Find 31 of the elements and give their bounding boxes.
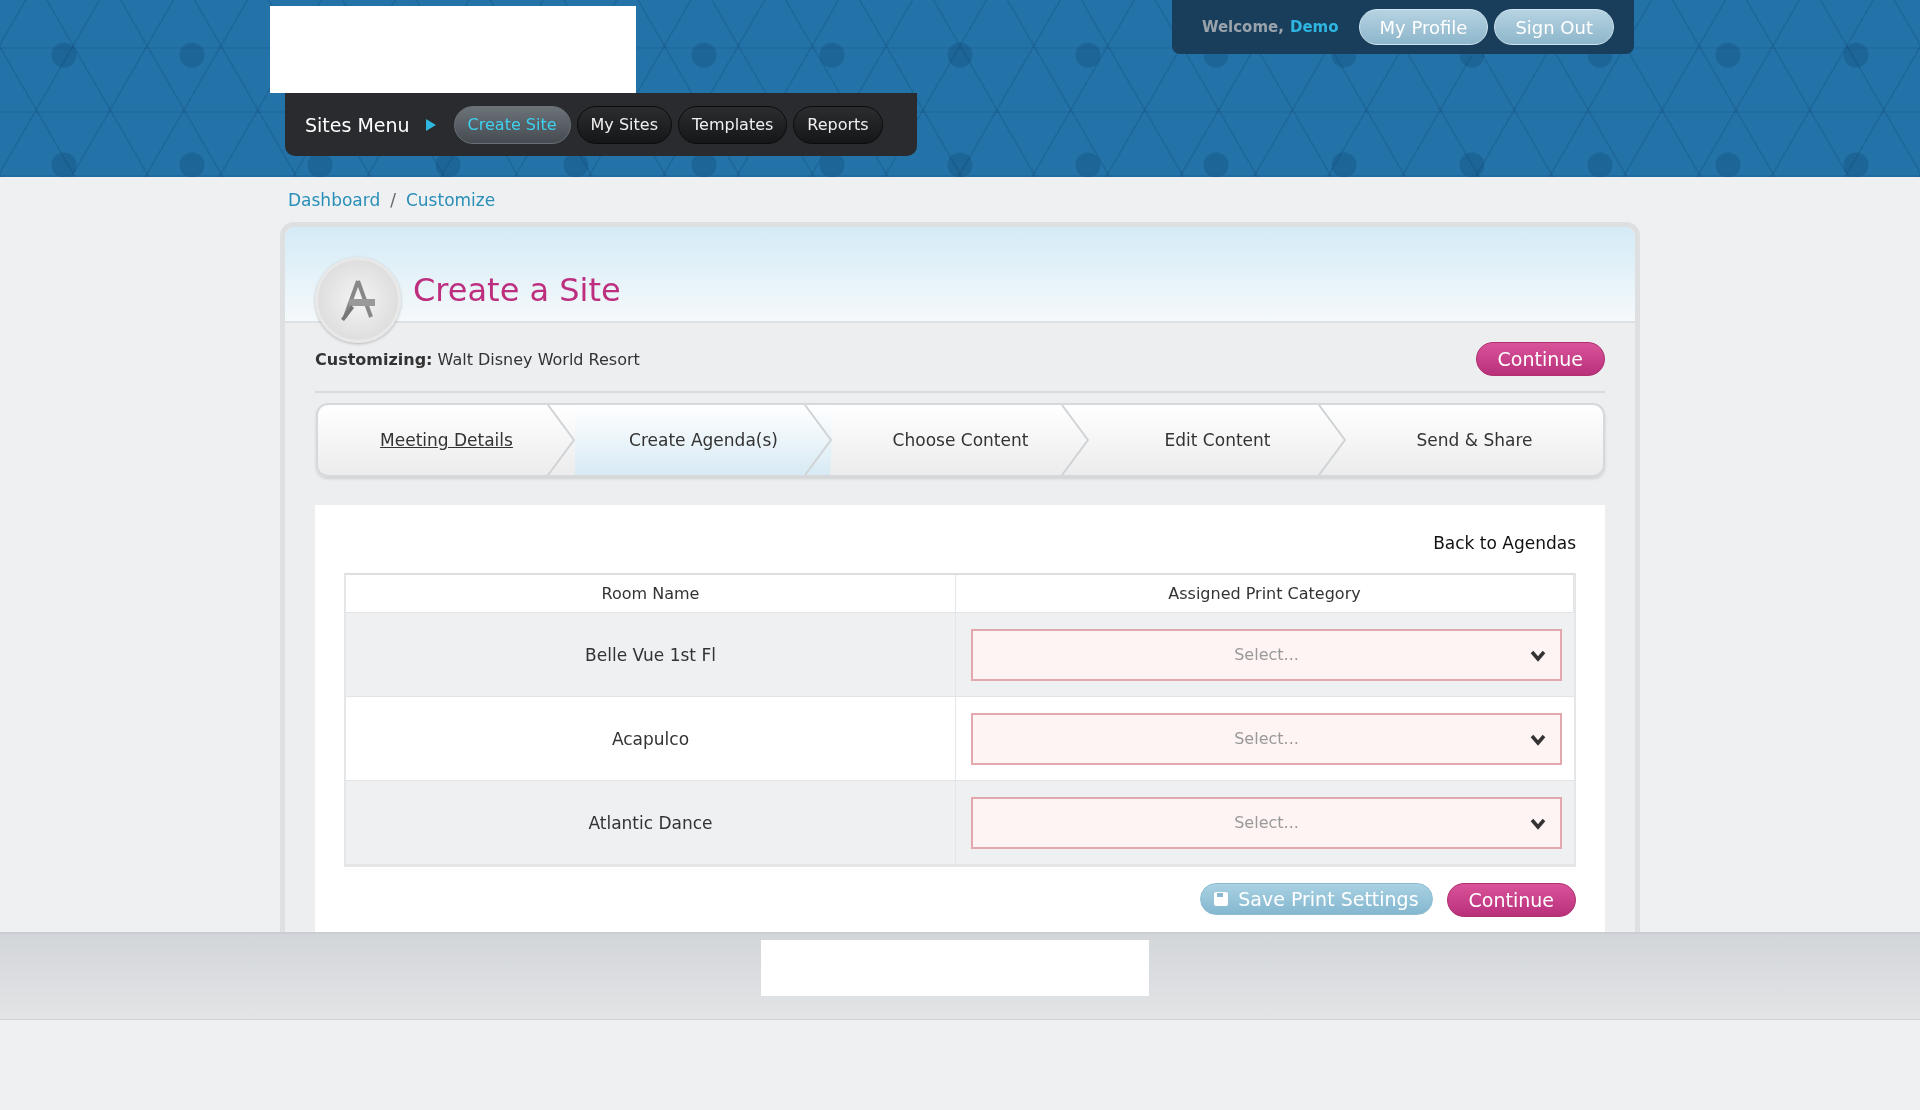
wizard-step[interactable]: Send & Share	[1346, 405, 1603, 475]
category-select[interactable]: Select...	[971, 712, 1562, 765]
continue-button[interactable]: Continue	[1475, 342, 1605, 376]
caret-icon	[425, 118, 436, 131]
category-select[interactable]: Select...	[971, 796, 1562, 849]
table-cell: Belle Vue 1st Fl	[346, 613, 956, 696]
customizing-text: Customizing: Walt Disney World Resort	[315, 349, 640, 369]
continue-button[interactable]: Continue	[1446, 883, 1576, 917]
wizard-step[interactable]: Edit Content	[1089, 405, 1346, 475]
nav-tab[interactable]: Templates	[678, 105, 788, 144]
breadcrumb-link[interactable]: Customize	[405, 190, 496, 210]
table-cell: Acapulco	[346, 697, 956, 780]
breadcrumb-separator: /	[390, 190, 396, 210]
wizard-step[interactable]: Choose Content	[832, 405, 1089, 475]
category-select[interactable]: Select...	[971, 628, 1562, 681]
nav-tab[interactable]: Reports	[793, 105, 883, 144]
sites-menu-title: Sites Menu	[305, 113, 410, 136]
chevron-down-icon	[1530, 733, 1546, 746]
table-cell: Atlantic Dance	[346, 781, 956, 864]
nav-tab[interactable]: My Sites	[576, 105, 672, 144]
wizard-step[interactable]: Meeting Details	[318, 405, 575, 475]
user-name: Demo	[1289, 18, 1339, 36]
nav-tab[interactable]: Create Site	[453, 105, 571, 144]
wizard-step[interactable]: Create Agenda(s)	[575, 405, 832, 475]
save-icon	[1214, 892, 1229, 906]
back-link[interactable]: Back to Agendas	[1433, 533, 1576, 553]
chevron-down-icon	[1530, 817, 1546, 830]
welcome-text: Welcome,	[1201, 18, 1284, 36]
page-title: Create a Site	[413, 271, 621, 309]
chevron-down-icon	[1530, 649, 1546, 662]
breadcrumb-link[interactable]: Dashboard	[288, 190, 381, 210]
